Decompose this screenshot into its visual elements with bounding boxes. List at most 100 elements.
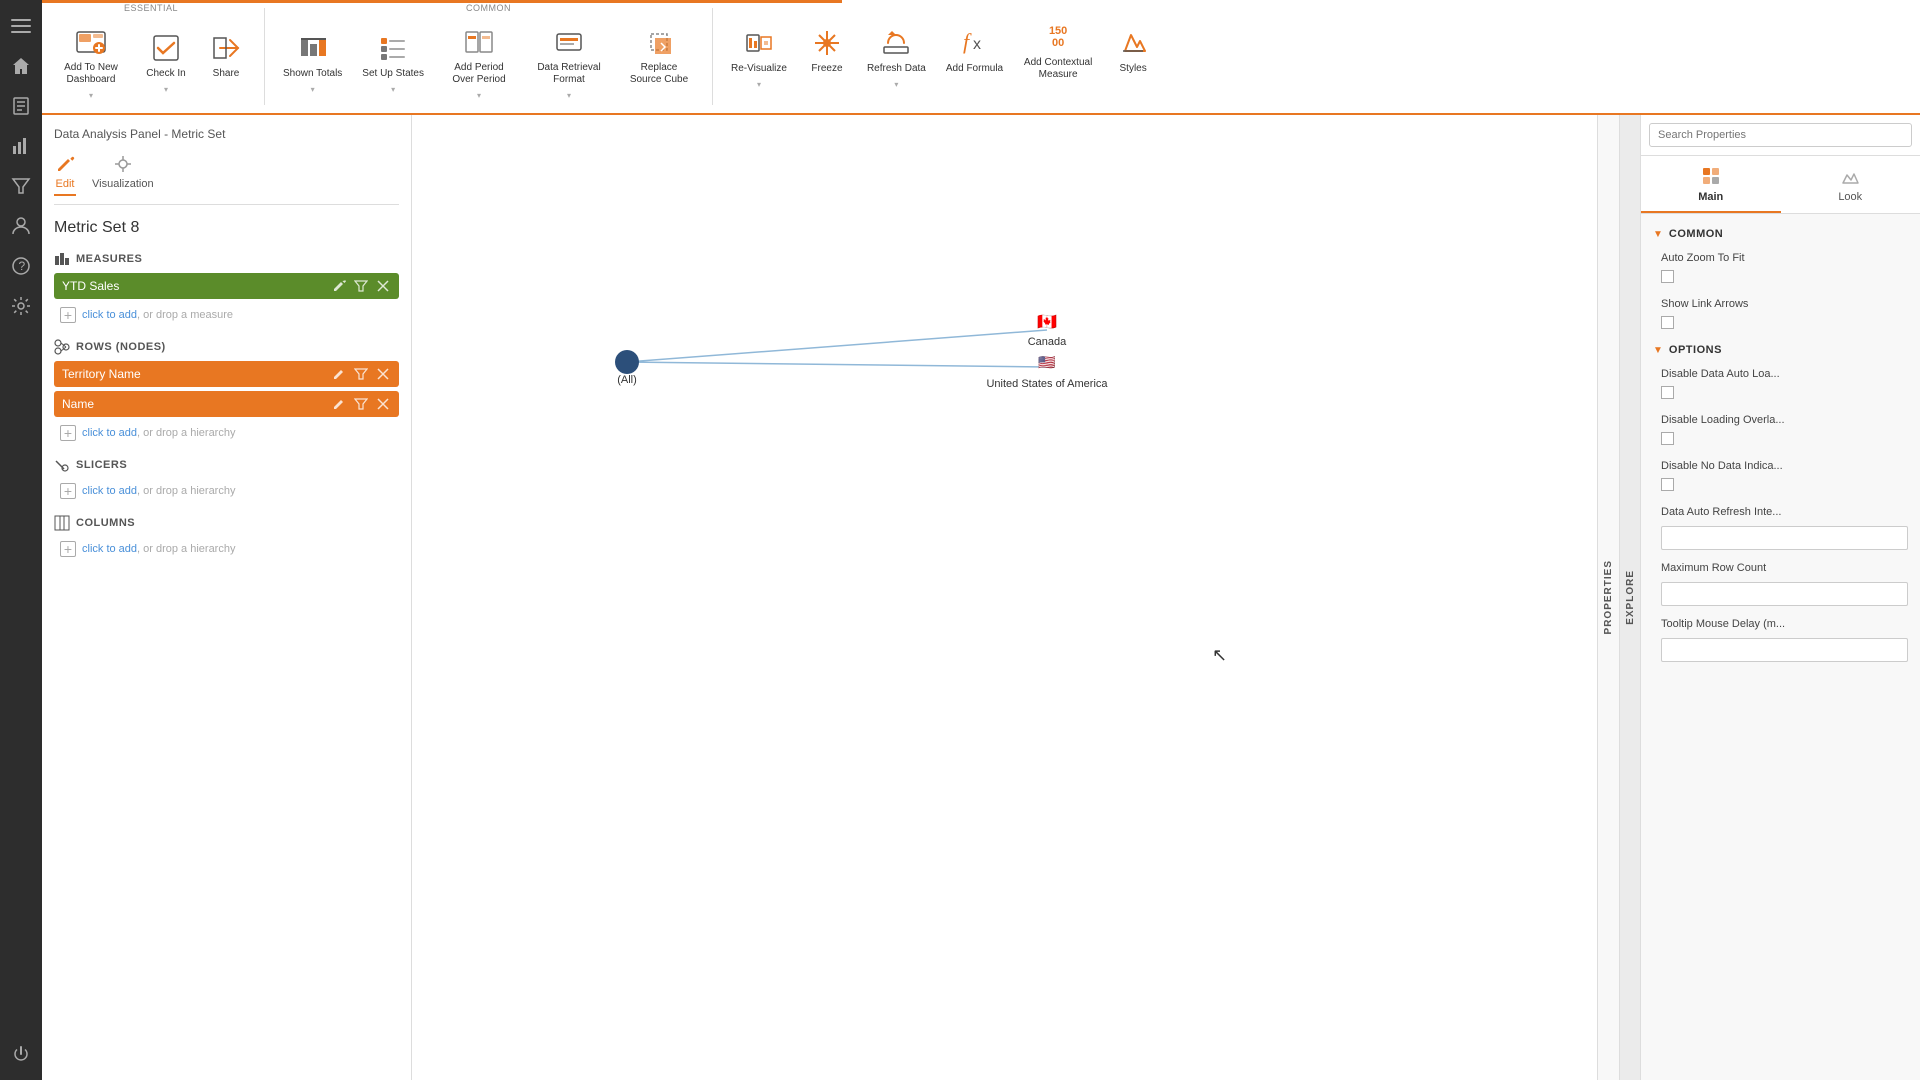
sidebar-settings-icon[interactable] [3,288,39,324]
row-name-actions [331,396,391,412]
click-to-add-row[interactable]: click to add [82,427,137,439]
remove-measure-icon[interactable] [375,278,391,294]
main-area: Data Analysis Panel - Metric Set Edit Vi… [42,115,1920,1080]
show-link-arrows-label: Show Link Arrows [1661,298,1908,310]
edit-tab-label: Edit [56,178,75,190]
toolbar: ESSENTIAL Add To New Dashboard ▾ [42,0,1920,115]
data-auto-refresh-input[interactable] [1661,526,1908,550]
edit-measure-icon[interactable] [331,278,347,294]
add-period-dropdown-arrow[interactable]: ▾ [474,90,484,100]
right-tab-main[interactable]: Main [1641,156,1781,213]
shown-totals-button[interactable]: Shown Totals ▾ [273,28,352,102]
refresh-data-dropdown-arrow[interactable]: ▾ [891,79,901,89]
measure-ytd-sales[interactable]: YTD Sales [54,273,399,299]
disable-loading-overlay-label: Disable Loading Overla... [1661,414,1908,426]
sidebar-home-icon[interactable] [3,48,39,84]
max-row-count-input[interactable] [1661,582,1908,606]
right-panel-tabs: Main Look [1641,156,1920,214]
explore-side-tab[interactable]: EXPLORE [1619,115,1641,1080]
add-column-icon[interactable]: + [60,541,76,557]
tooltip-mouse-delay-input[interactable] [1661,638,1908,662]
add-measure-icon[interactable]: + [60,307,76,323]
check-in-dropdown-arrow[interactable]: ▾ [161,84,171,94]
add-slicer-icon[interactable]: + [60,483,76,499]
prop-show-link-arrows: Show Link Arrows [1641,292,1920,338]
add-row-hierarchy[interactable]: + click to add, or drop a hierarchy [54,421,399,445]
data-retrieval-icon [553,26,585,58]
add-formula-button[interactable]: f x Add Formula [936,23,1013,97]
toolbar-common2-section: Re-Visualize ▾ Freeze [717,0,1167,113]
right-tab-look[interactable]: Look [1781,156,1920,213]
sidebar-analytics-icon[interactable] [3,128,39,164]
filter-name-icon[interactable] [353,396,369,412]
add-row-icon[interactable]: + [60,425,76,441]
click-to-add-measure[interactable]: click to add [82,309,137,321]
search-properties-container [1641,115,1920,156]
search-properties-input[interactable] [1649,123,1912,147]
edit-name-icon[interactable] [331,396,347,412]
disable-auto-load-label: Disable Data Auto Loa... [1661,368,1908,380]
add-contextual-label: Add Contextual Measure [1023,57,1093,81]
click-to-add-column[interactable]: click to add [82,543,137,555]
auto-zoom-checkbox[interactable] [1661,270,1674,283]
re-visualize-button[interactable]: Re-Visualize ▾ [721,23,797,97]
remove-territory-icon[interactable] [375,366,391,382]
all-node-circle[interactable] [615,350,639,374]
click-to-add-slicer[interactable]: click to add [82,485,137,497]
data-retrieval-button[interactable]: Data Retrieval Format ▾ [524,22,614,108]
add-measure-row[interactable]: + click to add, or drop a measure [54,303,399,327]
panel-title: Data Analysis Panel - Metric Set [54,127,399,141]
prop-data-auto-refresh: Data Auto Refresh Inte... [1641,500,1920,556]
sidebar-filter-icon[interactable] [3,168,39,204]
styles-button[interactable]: Styles [1103,23,1163,97]
set-up-states-button[interactable]: Set Up States ▾ [352,28,434,102]
set-up-states-dropdown-arrow[interactable]: ▾ [388,84,398,94]
visualization-tab-label: Visualization [92,178,154,190]
add-period-button[interactable]: Add Period Over Period ▾ [434,22,524,108]
slicers-section-header: SLICERS [54,457,399,473]
tab-visualization[interactable]: Visualization [92,153,154,196]
add-dashboard-dropdown-arrow[interactable]: ▾ [86,90,96,100]
add-column-row[interactable]: + click to add, or drop a hierarchy [54,537,399,561]
tab-edit[interactable]: Edit [54,153,76,196]
check-in-button[interactable]: Check In ▾ [136,28,196,102]
add-slicer-row[interactable]: + click to add, or drop a hierarchy [54,479,399,503]
properties-content: ▼ COMMON Auto Zoom To Fit Show Link Arro… [1641,214,1920,1080]
sidebar-power-icon[interactable] [3,1036,39,1072]
row-name[interactable]: Name [54,391,399,417]
share-button[interactable]: Share [196,28,256,102]
data-retrieval-dropdown-arrow[interactable]: ▾ [564,90,574,100]
row-territory-name[interactable]: Territory Name [54,361,399,387]
replace-source-button[interactable]: Replace Source Cube [614,22,704,108]
shown-totals-dropdown-arrow[interactable]: ▾ [308,84,318,94]
sidebar-pages-icon[interactable] [3,88,39,124]
check-in-icon [150,32,182,64]
disable-no-data-checkbox[interactable] [1661,478,1674,491]
remove-name-icon[interactable] [375,396,391,412]
prop-common-header[interactable]: ▼ COMMON [1641,222,1920,246]
disable-auto-load-checkbox[interactable] [1661,386,1674,399]
show-link-arrows-checkbox[interactable] [1661,316,1674,329]
sidebar-help-icon[interactable]: ? [3,248,39,284]
sidebar-user-icon[interactable] [3,208,39,244]
filter-measure-icon[interactable] [353,278,369,294]
prop-options-header[interactable]: ▼ OPTIONS [1641,338,1920,362]
disable-loading-overlay-checkbox[interactable] [1661,432,1674,445]
freeze-button[interactable]: Freeze [797,23,857,97]
add-column-suffix: , or drop a hierarchy [137,543,235,555]
add-contextual-button[interactable]: 150 00 Add Contextual Measure [1013,17,1103,103]
styles-label: Styles [1120,63,1147,75]
filter-territory-icon[interactable] [353,366,369,382]
sidebar-menu-icon[interactable] [3,8,39,44]
left-sidebar: ? [0,0,42,1080]
add-to-dashboard-button[interactable]: Add To New Dashboard ▾ [46,22,136,108]
edit-territory-icon[interactable] [331,366,347,382]
toolbar-divider-2 [712,8,713,105]
add-period-label: Add Period Over Period [444,62,514,86]
measure-ytd-sales-actions [331,278,391,294]
refresh-data-button[interactable]: Refresh Data ▾ [857,23,936,97]
metric-set-name: Metric Set 8 [54,219,399,237]
re-visualize-dropdown-arrow[interactable]: ▾ [754,79,764,89]
common2-buttons: Re-Visualize ▾ Freeze [717,3,1167,113]
properties-side-tab[interactable]: PROPERTIES [1597,115,1619,1080]
